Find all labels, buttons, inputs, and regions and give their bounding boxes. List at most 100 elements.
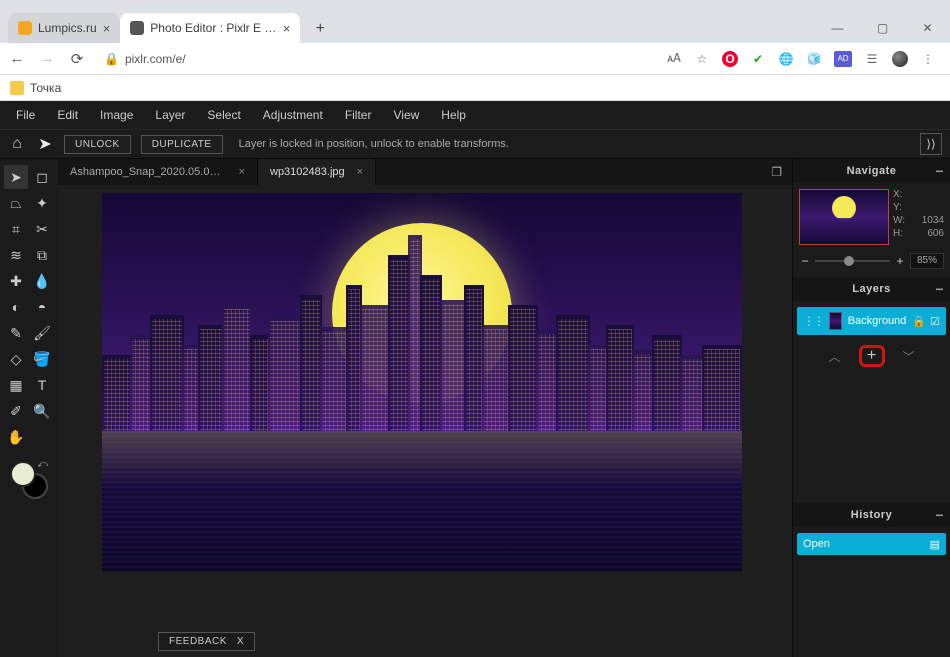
layer-name: Background	[848, 315, 907, 327]
toolbox: ➤ ◻ ⏢ ✦ ⌗ ✂ ≋ ⧉ ✚ 💧 ◐ ◓ ✎ 🖌 ◇ 🪣 ▦ T ✐ 🔍	[0, 159, 58, 657]
zoom-in-button[interactable]: +	[894, 254, 906, 268]
lock-icon[interactable]: 🔒	[912, 315, 926, 328]
close-icon[interactable]: ×	[357, 166, 363, 178]
cut-tool[interactable]: ✂	[30, 217, 54, 241]
swap-colors-icon[interactable]: ⤺	[37, 459, 48, 470]
menu-help[interactable]: Help	[431, 108, 476, 122]
menu-adjustment[interactable]: Adjustment	[253, 108, 333, 122]
menu-layer[interactable]: Layer	[145, 108, 195, 122]
url-field[interactable]: 🔒 pixlr.com/e/	[96, 52, 658, 66]
collapse-icon[interactable]: −	[935, 281, 944, 297]
home-button[interactable]: ⌂	[8, 135, 26, 153]
url-text: pixlr.com/e/	[125, 52, 186, 66]
unlock-button[interactable]: UNLOCK	[64, 135, 131, 154]
window-arrange-button[interactable]: ❐	[761, 159, 792, 185]
maximize-button[interactable]: ▢	[860, 13, 905, 43]
drag-handle-icon[interactable]: ⋮⋮	[803, 314, 823, 328]
visibility-icon[interactable]: ☑	[930, 315, 940, 328]
toggle-right-panel-button[interactable]: ⟩⟩	[920, 133, 942, 155]
ext-o-icon[interactable]: O	[722, 51, 738, 67]
fill-tool[interactable]: 🪣	[30, 347, 54, 371]
add-layer-button[interactable]: +	[859, 345, 885, 367]
lock-icon: 🔒	[104, 52, 119, 66]
menu-image[interactable]: Image	[90, 108, 143, 122]
layer-item[interactable]: ⋮⋮ Background 🔒 ☑	[797, 307, 946, 335]
marquee-tool[interactable]: ◻	[30, 165, 54, 189]
dodge-tool[interactable]: ◐	[4, 295, 28, 319]
forward-button[interactable]: →	[36, 48, 58, 70]
color-swatch[interactable]: ⤺	[4, 457, 54, 509]
menu-select[interactable]: Select	[197, 108, 250, 122]
duplicate-button[interactable]: DUPLICATE	[141, 135, 223, 154]
reading-list-icon[interactable]: ☰	[864, 51, 880, 67]
hand-tool[interactable]: ✋	[4, 425, 28, 449]
navigate-info: X: Y: W:1034 H:606	[893, 189, 944, 245]
navigate-panel-header[interactable]: Navigate −	[793, 159, 950, 183]
text-tool[interactable]: T	[30, 373, 54, 397]
menu-bar: File Edit Image Layer Select Adjustment …	[0, 101, 950, 129]
collapse-icon[interactable]: −	[935, 163, 944, 179]
lasso-tool[interactable]: ⏢	[4, 191, 28, 215]
profile-avatar[interactable]	[892, 51, 908, 67]
zoom-slider[interactable]	[815, 260, 890, 262]
close-icon[interactable]: ×	[239, 166, 245, 178]
layer-up-button[interactable]: ︿	[828, 348, 840, 365]
option-message: Layer is locked in position, unlock to e…	[239, 138, 509, 150]
menu-filter[interactable]: Filter	[335, 108, 382, 122]
menu-file[interactable]: File	[6, 108, 45, 122]
picker-tool[interactable]: ✐	[4, 399, 28, 423]
panel-title: History	[851, 509, 892, 521]
back-button[interactable]: ←	[6, 48, 28, 70]
foreground-color[interactable]	[10, 461, 36, 487]
liquify-tool[interactable]: ≋	[4, 243, 28, 267]
zoom-out-button[interactable]: −	[799, 254, 811, 268]
brush-tool[interactable]: 🖌	[30, 321, 54, 345]
favicon-icon	[18, 21, 32, 35]
pen-tool[interactable]: ✎	[4, 321, 28, 345]
blur-tool[interactable]: 💧	[30, 269, 54, 293]
history-panel-header[interactable]: History −	[793, 503, 950, 527]
tab-title: Lumpics.ru	[38, 21, 97, 35]
ext-globe-icon[interactable]: 🌐	[778, 51, 794, 67]
crop-tool[interactable]: ⌗	[4, 217, 28, 241]
heal-tool[interactable]: ✚	[4, 269, 28, 293]
gradient-tool[interactable]: ▦	[4, 373, 28, 397]
collapse-icon[interactable]: −	[935, 507, 944, 523]
close-icon[interactable]: ×	[283, 21, 291, 36]
bookmark-item[interactable]: Точка	[30, 81, 61, 95]
menu-view[interactable]: View	[383, 108, 429, 122]
close-icon[interactable]: X	[237, 636, 244, 647]
close-window-button[interactable]: ✕	[905, 13, 950, 43]
star-icon[interactable]: ☆	[694, 51, 710, 67]
layer-thumbnail	[829, 312, 842, 330]
menu-edit[interactable]: Edit	[47, 108, 88, 122]
feedback-button[interactable]: FEEDBACK	[169, 636, 227, 647]
canvas-area[interactable]: FEEDBACK X 1034 x 606 px @ 85%	[58, 185, 792, 657]
wand-tool[interactable]: ✦	[30, 191, 54, 215]
zoom-value[interactable]: 85%	[910, 253, 944, 269]
document-tab[interactable]: wp3102483.jpg ×	[258, 159, 376, 185]
kebab-icon[interactable]: ⋮	[920, 51, 936, 67]
layer-down-button[interactable]: ﹀	[903, 348, 915, 365]
new-tab-button[interactable]: +	[306, 15, 334, 43]
navigate-thumbnail[interactable]	[799, 189, 889, 245]
browser-tab[interactable]: Lumpics.ru ×	[8, 13, 120, 43]
reload-button[interactable]: ⟳	[66, 48, 88, 70]
history-item[interactable]: Open ▤	[797, 533, 946, 555]
sponge-tool[interactable]: ◓	[30, 295, 54, 319]
ext-check-icon[interactable]: ✔	[750, 51, 766, 67]
document-tabs: Ashampoo_Snap_2020.05.09_21… × wp3102483…	[58, 159, 792, 185]
browser-tab[interactable]: Photo Editor : Pixlr E - free image… ×	[120, 13, 300, 43]
translate-icon[interactable]: 🗚	[666, 51, 682, 67]
zoom-tool[interactable]: 🔍	[30, 399, 54, 423]
clone-tool[interactable]: ⧉	[30, 243, 54, 267]
ext-cart-icon[interactable]: 🧊	[806, 51, 822, 67]
document-tab[interactable]: Ashampoo_Snap_2020.05.09_21… ×	[58, 159, 258, 185]
minimize-button[interactable]: —	[815, 13, 860, 43]
layers-panel-header[interactable]: Layers −	[793, 277, 950, 301]
ext-ad-icon[interactable]: AD	[834, 51, 852, 67]
close-icon[interactable]: ×	[103, 21, 111, 36]
arrow-tool[interactable]: ➤	[4, 165, 28, 189]
canvas[interactable]	[102, 193, 742, 571]
eraser-tool[interactable]: ◇	[4, 347, 28, 371]
